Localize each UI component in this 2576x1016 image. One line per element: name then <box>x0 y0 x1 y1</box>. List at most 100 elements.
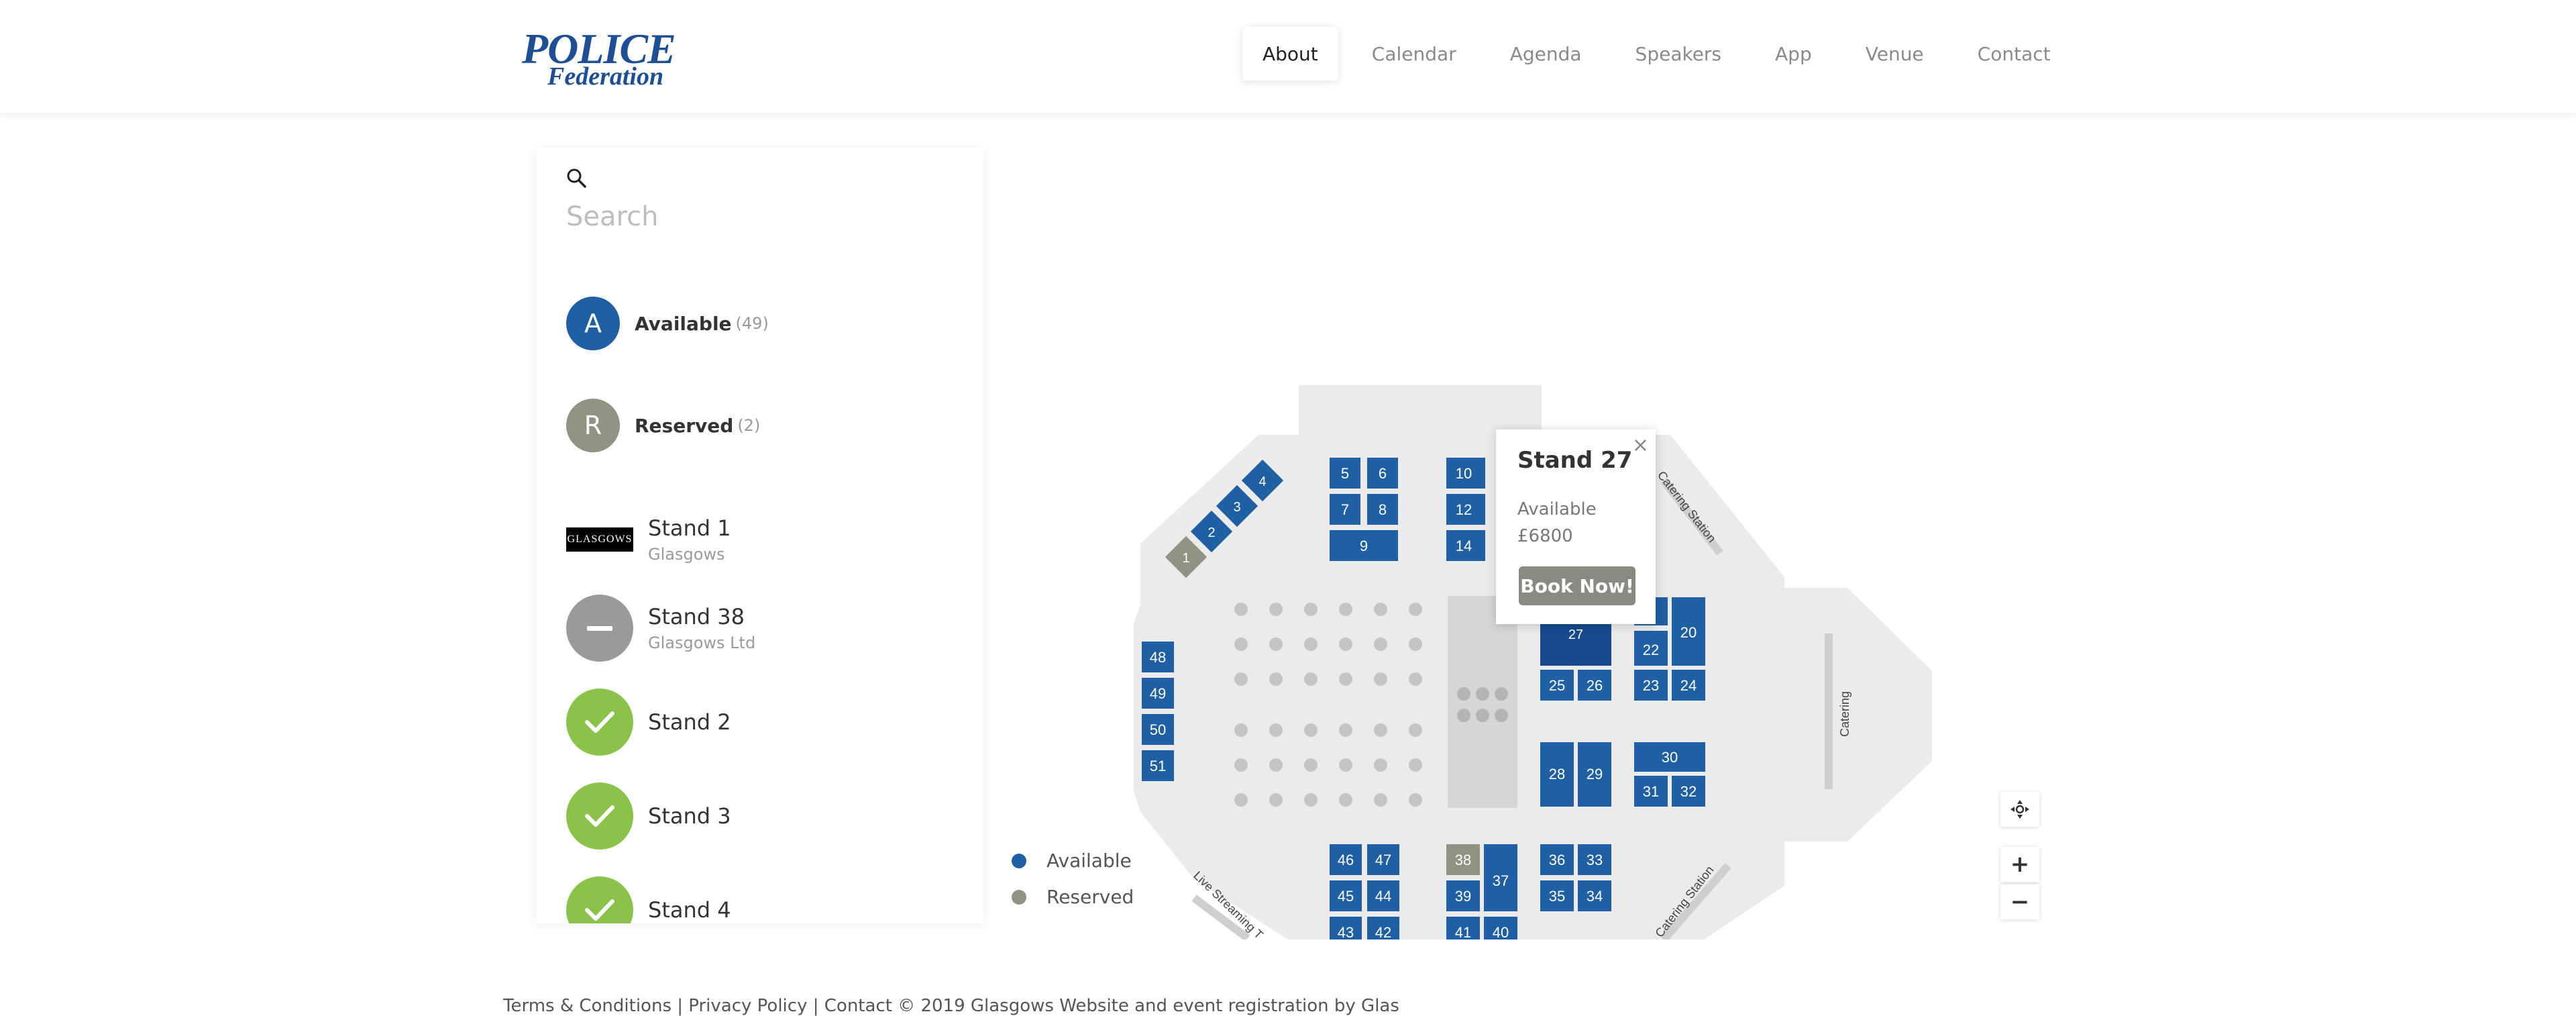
stand-42[interactable]: 42 <box>1367 917 1399 939</box>
check-icon <box>566 689 633 756</box>
stand-7[interactable]: 7 <box>1330 494 1360 525</box>
close-icon[interactable]: × <box>1632 434 1649 457</box>
stand-24[interactable]: 24 <box>1672 670 1705 701</box>
available-badge: A <box>566 297 620 350</box>
stand-32[interactable]: 32 <box>1672 776 1705 807</box>
police-federation-logo[interactable]: POLICE Federation <box>522 24 698 91</box>
stand-12[interactable]: 12 <box>1446 494 1485 525</box>
nav-speakers[interactable]: Speakers <box>1615 27 1741 81</box>
nav-about[interactable]: About <box>1242 27 1338 81</box>
svg-text:7: 7 <box>1341 501 1349 518</box>
svg-text:8: 8 <box>1379 501 1387 518</box>
stand-5[interactable]: 5 <box>1330 458 1360 489</box>
stand-title: Stand 4 <box>648 897 731 923</box>
stand-45[interactable]: 45 <box>1330 880 1362 911</box>
stand-50[interactable]: 50 <box>1142 714 1174 745</box>
stand-37[interactable]: 37 <box>1484 844 1517 911</box>
zoom-in-button[interactable]: + <box>2000 847 2039 882</box>
stand-44[interactable]: 44 <box>1367 880 1399 911</box>
svg-text:1: 1 <box>1182 551 1189 566</box>
stand-27[interactable]: 27 <box>1540 623 1611 666</box>
nav-app[interactable]: App <box>1755 27 1832 81</box>
search-input[interactable]: Search <box>566 201 658 232</box>
book-now-button[interactable]: Book Now! <box>1519 566 1635 605</box>
header: POLICE Federation About Calendar Agenda … <box>0 0 2576 113</box>
nav-calendar[interactable]: Calendar <box>1352 27 1477 81</box>
stand-company: Glasgows Ltd <box>648 633 756 652</box>
svg-text:47: 47 <box>1375 852 1391 868</box>
minus-icon <box>566 595 633 662</box>
svg-text:49: 49 <box>1150 685 1166 702</box>
stand-43[interactable]: 43 <box>1330 917 1362 939</box>
stand-14[interactable]: 14 <box>1446 530 1485 561</box>
recenter-icon[interactable] <box>2000 792 2039 827</box>
list-item-stand-2[interactable]: Stand 2 <box>566 689 731 756</box>
stand-33[interactable]: 33 <box>1578 844 1611 875</box>
svg-text:14: 14 <box>1456 538 1472 554</box>
available-dot-icon <box>1012 853 1026 868</box>
list-item-stand-38[interactable]: Stand 38 Glasgows Ltd <box>566 595 755 662</box>
available-label: Available <box>635 312 732 335</box>
popup-price: £6800 <box>1517 526 1573 546</box>
svg-text:26: 26 <box>1587 677 1603 694</box>
svg-text:41: 41 <box>1455 924 1471 939</box>
nav-agenda[interactable]: Agenda <box>1490 27 1602 81</box>
stand-36[interactable]: 36 <box>1540 844 1574 875</box>
stand-title: Stand 3 <box>648 803 731 829</box>
floor-plan-map[interactable]: Catering Station Catering Station Cateri… <box>1006 362 1966 939</box>
stand-30[interactable]: 30 <box>1634 742 1705 772</box>
stand-23[interactable]: 23 <box>1634 670 1668 701</box>
stand-40[interactable]: 40 <box>1484 917 1517 939</box>
list-item-stand-1[interactable]: GLASGOWS Stand 1 Glasgows <box>566 506 731 573</box>
zoom-out-button[interactable]: − <box>2000 884 2039 919</box>
filter-available[interactable]: A Available (49) <box>566 297 769 350</box>
stand-49[interactable]: 49 <box>1142 678 1174 709</box>
stand-47[interactable]: 47 <box>1367 844 1399 875</box>
stand-34[interactable]: 34 <box>1578 880 1611 911</box>
stand-list-panel: Search A Available (49) R Reserved (2) G… <box>537 148 983 923</box>
stand-22[interactable]: 22 <box>1634 631 1668 666</box>
svg-text:48: 48 <box>1150 649 1166 666</box>
stand-35[interactable]: 35 <box>1540 880 1574 911</box>
stand-28[interactable]: 28 <box>1540 742 1574 807</box>
footer-links[interactable]: Terms & Conditions | Privacy Policy | Co… <box>503 996 1399 1016</box>
filter-reserved[interactable]: R Reserved (2) <box>566 399 760 452</box>
list-item-stand-3[interactable]: Stand 3 <box>566 782 731 850</box>
stand-51[interactable]: 51 <box>1142 750 1174 781</box>
svg-text:45: 45 <box>1338 888 1354 905</box>
stand-10[interactable]: 10 <box>1446 458 1485 489</box>
svg-text:37: 37 <box>1493 872 1509 889</box>
stand-26[interactable]: 26 <box>1578 670 1611 701</box>
map-legend-label: Available <box>1046 850 1132 872</box>
reserved-count: (2) <box>737 416 761 435</box>
nav-contact[interactable]: Contact <box>1957 27 2071 81</box>
stand-48[interactable]: 48 <box>1142 642 1174 672</box>
search-icon[interactable] <box>566 168 586 188</box>
svg-text:4: 4 <box>1258 474 1266 489</box>
reserved-label: Reserved <box>635 414 734 437</box>
stand-38[interactable]: 38 <box>1446 844 1480 875</box>
stand-41[interactable]: 41 <box>1446 917 1480 939</box>
stand-25[interactable]: 25 <box>1540 670 1574 701</box>
popup-title: Stand 27 <box>1517 447 1633 474</box>
stand-9[interactable]: 9 <box>1330 530 1398 561</box>
stand-8[interactable]: 8 <box>1367 494 1398 525</box>
svg-text:23: 23 <box>1643 677 1659 694</box>
svg-text:9: 9 <box>1360 538 1368 554</box>
stand-39[interactable]: 39 <box>1446 880 1480 911</box>
stand-29[interactable]: 29 <box>1578 742 1611 807</box>
stand-46[interactable]: 46 <box>1330 844 1362 875</box>
stand-31[interactable]: 31 <box>1634 776 1668 807</box>
svg-text:6: 6 <box>1379 465 1387 482</box>
nav-venue[interactable]: Venue <box>1845 27 1944 81</box>
recenter-control[interactable] <box>2000 792 2039 827</box>
stand-20[interactable]: 20 <box>1672 597 1705 666</box>
svg-text:43: 43 <box>1338 924 1354 939</box>
list-item-stand-4[interactable]: Stand 4 <box>566 876 731 923</box>
stand-6[interactable]: 6 <box>1367 458 1398 489</box>
svg-text:33: 33 <box>1587 852 1603 868</box>
svg-text:34: 34 <box>1587 888 1603 905</box>
aisle-block <box>1448 596 1517 808</box>
stand-title: Stand 38 <box>648 604 745 629</box>
svg-text:3: 3 <box>1233 500 1240 515</box>
